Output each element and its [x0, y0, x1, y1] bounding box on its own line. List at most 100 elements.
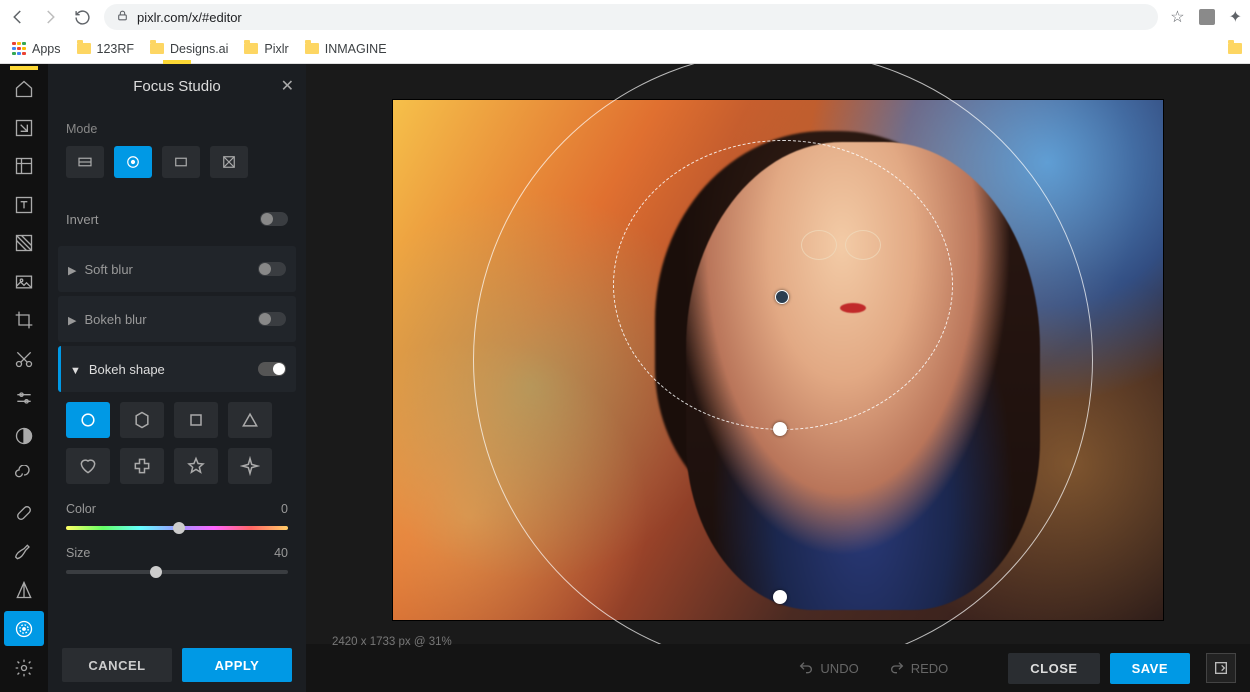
close-button[interactable]: CLOSE — [1008, 653, 1099, 684]
size-slider[interactable] — [66, 570, 288, 574]
image-tool[interactable] — [4, 265, 44, 300]
cancel-button[interactable]: CANCEL — [62, 648, 172, 682]
focus-inner-ring[interactable] — [613, 140, 953, 430]
address-bar[interactable]: pixlr.com/x/#editor — [104, 4, 1158, 30]
panel-footer: CANCEL APPLY — [48, 638, 306, 692]
invert-toggle[interactable] — [260, 212, 288, 226]
panel-title: Focus Studio — [133, 78, 221, 95]
extension-icon[interactable] — [1199, 9, 1215, 25]
sharpen-tool[interactable] — [4, 573, 44, 608]
undo-label: UNDO — [820, 661, 858, 676]
back-button[interactable] — [8, 7, 28, 27]
arrange-tool[interactable] — [4, 111, 44, 146]
cut-tool[interactable] — [4, 342, 44, 377]
adjust-tool[interactable] — [4, 380, 44, 415]
shape-square[interactable] — [174, 402, 218, 438]
mode-linear[interactable] — [66, 146, 104, 178]
invert-label: Invert — [66, 212, 99, 227]
apps-shortcut[interactable]: Apps — [12, 42, 61, 56]
redo-button[interactable]: REDO — [879, 660, 959, 676]
bookmark-label: INMAGINE — [325, 42, 387, 56]
undo-button[interactable]: UNDO — [788, 660, 868, 676]
soft-blur-label: Soft blur — [84, 262, 132, 277]
soft-blur-toggle[interactable] — [258, 262, 286, 276]
apply-button[interactable]: APPLY — [182, 648, 292, 682]
apps-label: Apps — [32, 42, 61, 56]
focus-studio-panel: Focus Studio ✕ Mode Invert ▶ Soft blur ▶ B… — [48, 64, 306, 692]
focus-center-handle[interactable] — [775, 290, 789, 304]
bookmark-designsai[interactable]: Designs.ai — [150, 42, 228, 56]
bookmark-pixlr[interactable]: Pixlr — [244, 42, 288, 56]
text-tool[interactable] — [4, 188, 44, 223]
mode-square[interactable] — [162, 146, 200, 178]
redo-label: REDO — [911, 661, 949, 676]
apps-icon — [12, 42, 26, 56]
brush-tool[interactable] — [4, 534, 44, 569]
spiral-tool[interactable] — [4, 457, 44, 492]
panel-header: Focus Studio ✕ — [48, 64, 306, 108]
size-slider-row: Size 40 — [66, 546, 288, 574]
mode-radial[interactable] — [114, 146, 152, 178]
bookmark-label: Pixlr — [264, 42, 288, 56]
bokeh-blur-label: Bokeh blur — [84, 312, 146, 327]
shape-heart[interactable] — [66, 448, 110, 484]
browser-nav-bar: pixlr.com/x/#editor ☆ ✦ — [0, 0, 1250, 34]
settings-tool[interactable] — [4, 650, 44, 686]
chevron-right-icon: ▶ — [68, 265, 76, 277]
bookmark-123rf[interactable]: 123RF — [77, 42, 135, 56]
home-tool[interactable] — [4, 72, 44, 107]
mode-label: Mode — [66, 122, 288, 136]
shape-star[interactable] — [174, 448, 218, 484]
folder-icon — [305, 43, 319, 54]
contrast-tool[interactable] — [4, 419, 44, 454]
heal-tool[interactable] — [4, 496, 44, 531]
bokeh-shape-toggle[interactable] — [258, 362, 286, 376]
color-value: 0 — [281, 502, 288, 516]
canvas[interactable] — [306, 64, 1250, 644]
folder-icon — [150, 43, 164, 54]
save-button[interactable]: SAVE — [1110, 653, 1190, 684]
color-slider[interactable] — [66, 526, 288, 530]
bookmark-label: Designs.ai — [170, 42, 228, 56]
shape-triangle[interactable] — [228, 402, 272, 438]
color-slider-row: Color 0 — [66, 502, 288, 530]
photo — [393, 100, 1163, 620]
reload-button[interactable] — [72, 7, 92, 27]
bookmark-label: 123RF — [97, 42, 135, 56]
close-panel-button[interactable]: ✕ — [281, 76, 294, 96]
expand-panel-button[interactable] — [1206, 653, 1236, 683]
size-label: Size — [66, 546, 90, 560]
fill-tool[interactable] — [4, 226, 44, 261]
folder-icon — [77, 43, 91, 54]
focus-outer-handle[interactable] — [773, 590, 787, 604]
chevron-right-icon: ▶ — [68, 315, 76, 327]
editor-app: Focus Studio ✕ Mode Invert ▶ Soft blur ▶ B… — [0, 64, 1250, 692]
shape-plus[interactable] — [120, 448, 164, 484]
shape-circle[interactable] — [66, 402, 110, 438]
bokeh-shape-grid — [66, 402, 288, 484]
focus-inner-handle[interactable] — [773, 422, 787, 436]
url-text: pixlr.com/x/#editor — [137, 10, 242, 25]
bokeh-shape-row[interactable]: ▼Bokeh shape — [58, 346, 296, 392]
mode-selector — [66, 146, 288, 178]
bookmark-inmagine[interactable]: INMAGINE — [305, 42, 387, 56]
bokeh-blur-toggle[interactable] — [258, 312, 286, 326]
soft-blur-row[interactable]: ▶ Soft blur — [58, 246, 296, 292]
mode-none[interactable] — [210, 146, 248, 178]
focus-tool[interactable] — [4, 611, 44, 646]
forward-button[interactable] — [40, 7, 60, 27]
puzzle-icon[interactable]: ✦ — [1229, 7, 1242, 27]
shape-hexagon[interactable] — [120, 402, 164, 438]
color-label: Color — [66, 502, 96, 516]
size-value: 40 — [274, 546, 288, 560]
vertical-toolbar — [0, 64, 48, 692]
crop-tool[interactable] — [4, 303, 44, 338]
invert-row: Invert — [66, 196, 288, 242]
lock-icon — [116, 9, 129, 25]
folder-icon[interactable] — [1228, 43, 1242, 54]
bokeh-shape-label: Bokeh shape — [89, 362, 165, 377]
bokeh-blur-row[interactable]: ▶ Bokeh blur — [58, 296, 296, 342]
star-icon[interactable]: ☆ — [1170, 7, 1184, 27]
crop-layout-tool[interactable] — [4, 149, 44, 184]
shape-sparkle[interactable] — [228, 448, 272, 484]
